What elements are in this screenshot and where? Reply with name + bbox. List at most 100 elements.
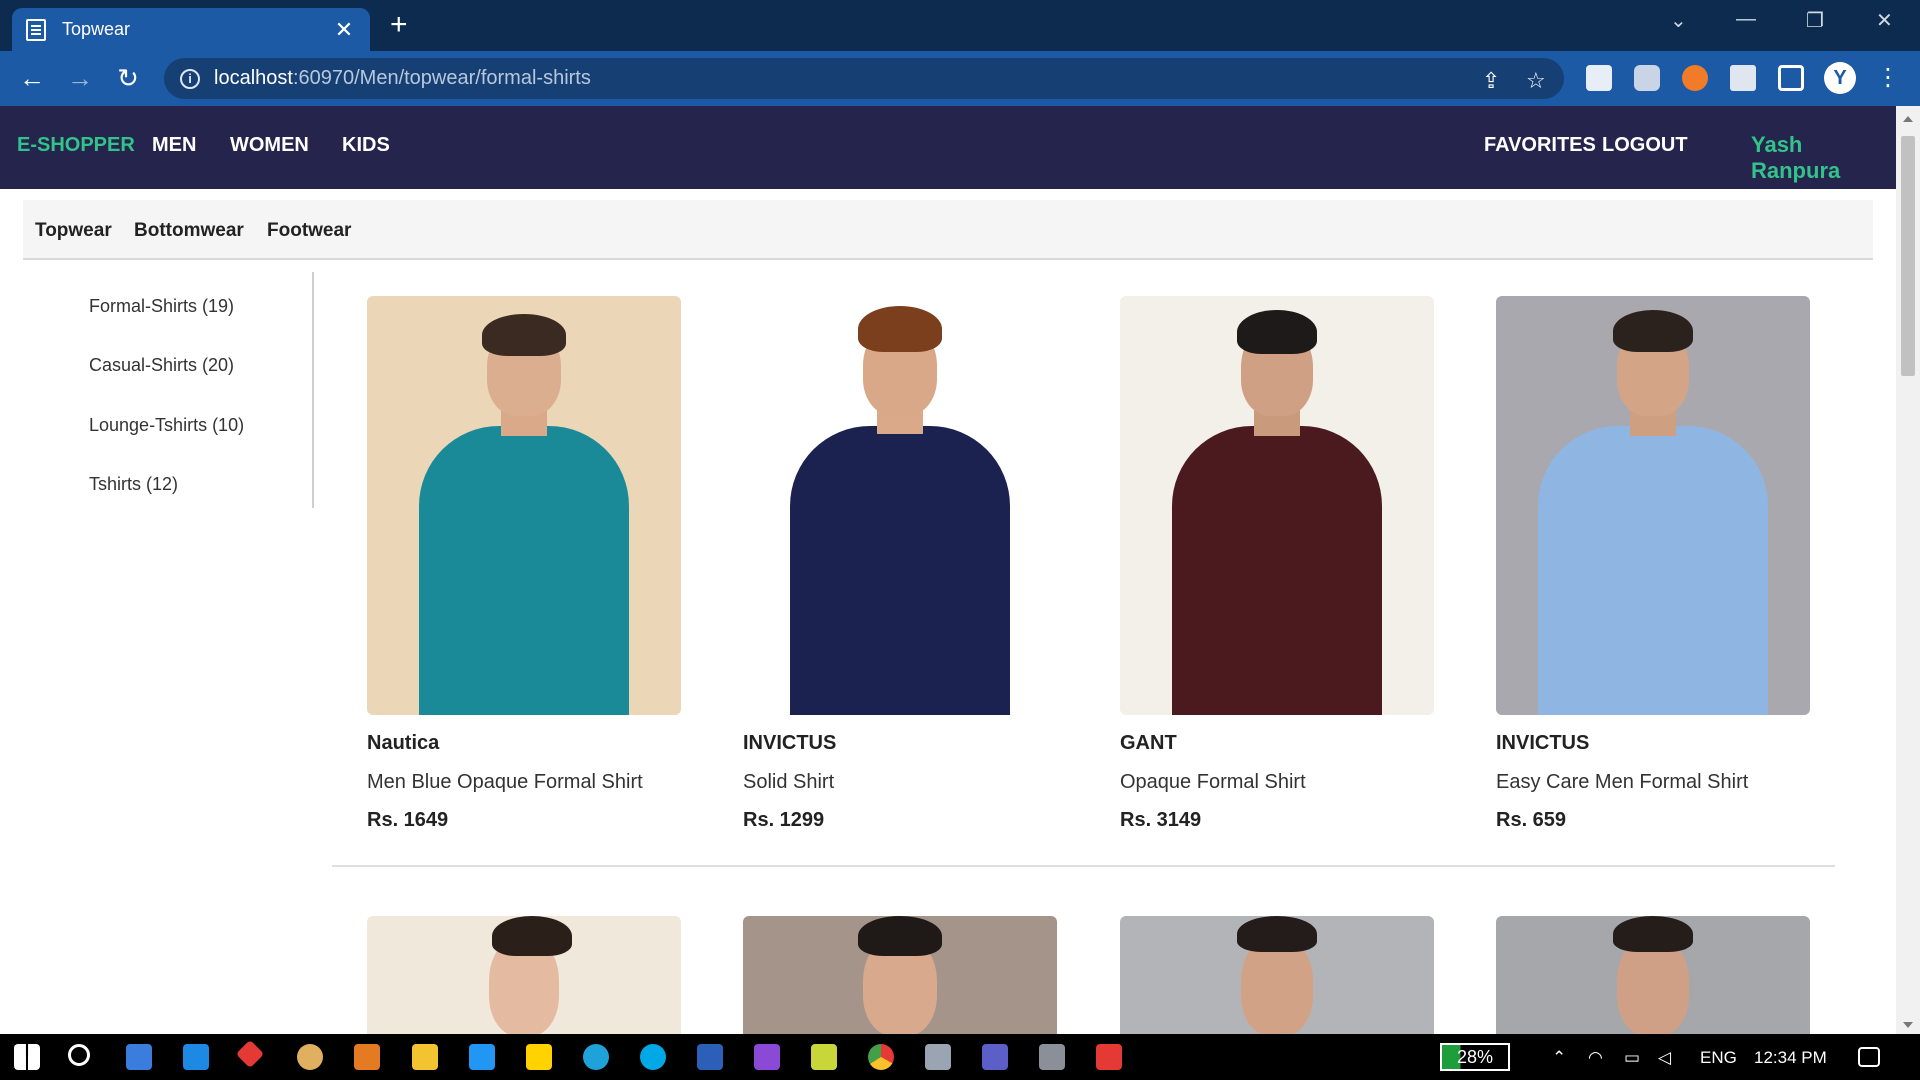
- app-icon[interactable]: [811, 1044, 837, 1070]
- search-icon[interactable]: [68, 1044, 90, 1066]
- sidebar-item-casual-shirts[interactable]: Casual-Shirts (20): [89, 355, 234, 376]
- page-icon: [26, 18, 46, 41]
- scroll-down-icon[interactable]: [1903, 1022, 1913, 1028]
- product-image[interactable]: [1496, 916, 1810, 1034]
- save-extension-icon[interactable]: [1586, 65, 1612, 91]
- app-l-icon[interactable]: [183, 1044, 209, 1070]
- nav-link-men[interactable]: MEN: [152, 134, 196, 157]
- subnav-footwear[interactable]: Footwear: [267, 220, 351, 242]
- product-image[interactable]: [743, 916, 1057, 1034]
- clock[interactable]: 12:34 PM: [1754, 1048, 1827, 1068]
- browser-menu-icon[interactable]: ⋮: [1872, 63, 1904, 93]
- edge-icon[interactable]: [583, 1044, 609, 1070]
- paint-app-icon[interactable]: [297, 1044, 323, 1070]
- site-brand-link[interactable]: E-SHOPPER: [17, 134, 135, 157]
- product-price: Rs. 3149: [1120, 809, 1202, 831]
- tab-title: Topwear: [62, 19, 131, 39]
- sidebar-item-tshirts[interactable]: Tshirts (12): [89, 474, 178, 495]
- site-navbar: E-SHOPPER MEN WOMEN KIDS FAVORITES LOGOU…: [0, 106, 1896, 189]
- nav-link-favorites[interactable]: FAVORITES: [1484, 134, 1596, 157]
- camera-extension-icon[interactable]: [1634, 65, 1660, 91]
- product-name: Opaque Formal Shirt: [1120, 771, 1306, 793]
- profile-avatar[interactable]: Y: [1824, 62, 1856, 94]
- nav-link-women[interactable]: WOMEN: [230, 134, 309, 157]
- product-brand: Nautica: [367, 732, 440, 754]
- camera-app-icon[interactable]: [925, 1044, 951, 1070]
- nav-link-logout[interactable]: LOGOUT: [1602, 134, 1688, 157]
- sublime-app-icon[interactable]: [354, 1044, 380, 1070]
- restore-button[interactable]: ❐: [1806, 8, 1824, 33]
- windows-start-icon[interactable]: [14, 1044, 40, 1070]
- user-name[interactable]: Yash Ranpura: [1751, 132, 1896, 184]
- show-hidden-icons[interactable]: ⌃: [1552, 1048, 1566, 1068]
- app-diamond-icon[interactable]: [235, 1039, 265, 1069]
- product-image[interactable]: [1120, 916, 1434, 1034]
- forward-button[interactable]: →: [64, 63, 96, 93]
- tab-search-icon[interactable]: ⌄: [1670, 8, 1687, 33]
- new-tab-button[interactable]: +: [390, 10, 408, 40]
- battery-indicator[interactable]: 28%: [1440, 1043, 1510, 1071]
- bookmark-star-icon[interactable]: ☆: [1526, 68, 1546, 94]
- calculator-icon[interactable]: [1039, 1044, 1065, 1070]
- product-card[interactable]: INVICTUS Solid Shirt Rs. 1299: [743, 296, 1057, 832]
- side-panel-icon[interactable]: [1778, 65, 1804, 91]
- word-icon[interactable]: [697, 1044, 723, 1070]
- category-subnav: Topwear Bottomwear Footwear: [23, 200, 1873, 260]
- language-indicator[interactable]: ENG: [1700, 1048, 1737, 1068]
- volume-icon[interactable]: ◁: [1658, 1048, 1671, 1068]
- battery-icon[interactable]: ▭: [1624, 1048, 1640, 1068]
- windows-taskbar: 28% ⌃ ◠ ▭ ◁ ENG 12:34 PM: [0, 1034, 1920, 1080]
- scrollbar-thumb[interactable]: [1901, 136, 1915, 376]
- product-card[interactable]: GANT Opaque Formal Shirt Rs. 3149: [1120, 296, 1434, 832]
- product-image[interactable]: [743, 296, 1057, 715]
- page-viewport: E-SHOPPER MEN WOMEN KIDS FAVORITES LOGOU…: [0, 106, 1896, 1034]
- subnav-topwear[interactable]: Topwear: [35, 220, 112, 242]
- product-brand: GANT: [1120, 732, 1177, 754]
- url-text: localhost:60970/Men/topwear/formal-shirt…: [214, 67, 591, 89]
- page-scrollbar[interactable]: [1896, 106, 1920, 1034]
- product-card[interactable]: INVICTUS Easy Care Men Formal Shirt Rs. …: [1496, 296, 1810, 832]
- browser-toolbar: ← → ↻ i localhost:60970/Men/topwear/form…: [0, 51, 1920, 106]
- back-button[interactable]: ←: [16, 63, 48, 93]
- wifi-icon[interactable]: ◠: [1588, 1048, 1603, 1068]
- minimize-button[interactable]: —: [1736, 8, 1756, 31]
- share-icon[interactable]: ⇪: [1482, 68, 1500, 94]
- product-brand: INVICTUS: [743, 732, 837, 754]
- reload-button[interactable]: ↻: [112, 63, 144, 93]
- address-bar[interactable]: i localhost:60970/Men/topwear/formal-shi…: [164, 58, 1564, 99]
- product-name: Easy Care Men Formal Shirt: [1496, 771, 1749, 793]
- browser-titlebar: Topwear ✕ + ⌄ — ❐ ✕: [0, 0, 1920, 51]
- skype-icon[interactable]: [640, 1044, 666, 1070]
- product-brand: INVICTUS: [1496, 732, 1590, 754]
- notifications-icon[interactable]: [1858, 1047, 1880, 1067]
- site-info-icon[interactable]: i: [180, 68, 200, 89]
- tab-close-icon[interactable]: ✕: [332, 17, 356, 43]
- product-price: Rs. 1299: [743, 809, 825, 831]
- browser-tab[interactable]: Topwear ✕: [12, 8, 370, 51]
- sidebar-item-formal-shirts[interactable]: Formal-Shirts (19): [89, 296, 234, 317]
- vscode-icon[interactable]: [469, 1044, 495, 1070]
- product-price: Rs. 659: [1496, 809, 1567, 831]
- teams-icon[interactable]: [982, 1044, 1008, 1070]
- product-name: Men Blue Opaque Formal Shirt: [367, 771, 643, 793]
- subcategory-sidebar: Formal-Shirts (19) Casual-Shirts (20) Lo…: [0, 272, 314, 508]
- scroll-up-icon[interactable]: [1903, 116, 1913, 122]
- product-image[interactable]: [1496, 296, 1810, 715]
- extension-icon[interactable]: [1682, 65, 1708, 91]
- product-card[interactable]: Nautica Men Blue Opaque Formal Shirt Rs.…: [367, 296, 681, 832]
- extensions-puzzle-icon[interactable]: [1730, 65, 1756, 91]
- close-window-button[interactable]: ✕: [1876, 8, 1893, 33]
- row-divider: [332, 865, 1835, 867]
- product-image[interactable]: [367, 296, 681, 715]
- file-explorer-icon[interactable]: [412, 1044, 438, 1070]
- sidebar-item-lounge-tshirts[interactable]: Lounge-Tshirts (10): [89, 415, 244, 436]
- visual-studio-icon[interactable]: [754, 1044, 780, 1070]
- product-image[interactable]: [1120, 296, 1434, 715]
- subnav-bottomwear[interactable]: Bottomwear: [134, 220, 244, 242]
- chrome-icon[interactable]: [868, 1044, 894, 1070]
- nav-link-kids[interactable]: KIDS: [342, 134, 390, 157]
- sticky-notes-icon[interactable]: [526, 1044, 552, 1070]
- wps-office-icon[interactable]: [1096, 1044, 1122, 1070]
- product-image[interactable]: [367, 916, 681, 1034]
- mail-app-icon[interactable]: [126, 1044, 152, 1070]
